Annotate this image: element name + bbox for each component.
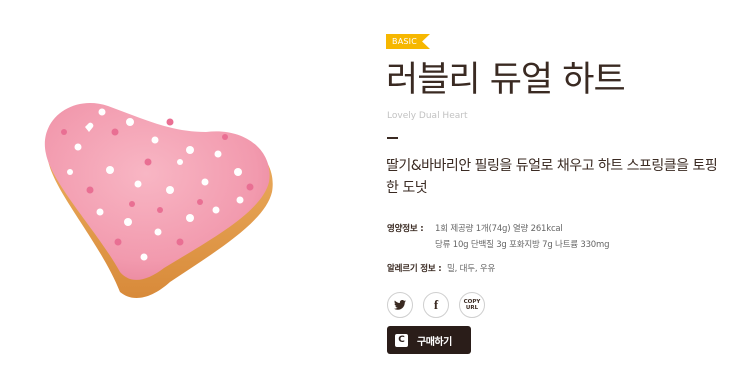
store-logo-icon: C [395, 333, 408, 347]
product-subtitle: Lovely Dual Heart [387, 111, 468, 121]
product-description: 딸기&바바리안 필링을 듀얼로 채우고 하트 스프링클을 토핑한 도넛 [386, 158, 718, 196]
allergy-info: 알레르기 정보 : 밀, 대두, 우유 [387, 262, 495, 274]
twitter-share-button[interactable] [387, 292, 413, 318]
nutrition-line-1: 1회 제공량 1개(74g) 열량 261kcal [435, 224, 563, 234]
nutrition-line-2: 당류 10g 단백질 3g 포화지방 7g 나트륨 330mg [435, 240, 610, 250]
url-label: URL [465, 305, 479, 311]
copy-url-button[interactable]: COPY URL [459, 292, 485, 318]
nutrition-info: 영양정보 : 1회 제공량 1개(74g) 열량 261kcal [387, 222, 563, 234]
allergy-label: 알레르기 정보 : [387, 264, 442, 274]
category-badge: BASIC [386, 34, 430, 49]
buy-label: 구매하기 [417, 336, 452, 348]
divider [387, 137, 398, 139]
product-image [44, 103, 273, 298]
twitter-icon [394, 300, 406, 310]
facebook-share-button[interactable]: f [423, 292, 449, 318]
buy-button[interactable]: C 구매하기 [387, 326, 471, 354]
copy-url-icon: COPY URL [464, 299, 481, 311]
allergy-value: 밀, 대두, 우유 [447, 264, 496, 274]
product-title: 러블리 듀얼 하트 [386, 60, 626, 100]
nutrition-label: 영양정보 : [387, 224, 424, 234]
facebook-icon: f [433, 297, 439, 312]
